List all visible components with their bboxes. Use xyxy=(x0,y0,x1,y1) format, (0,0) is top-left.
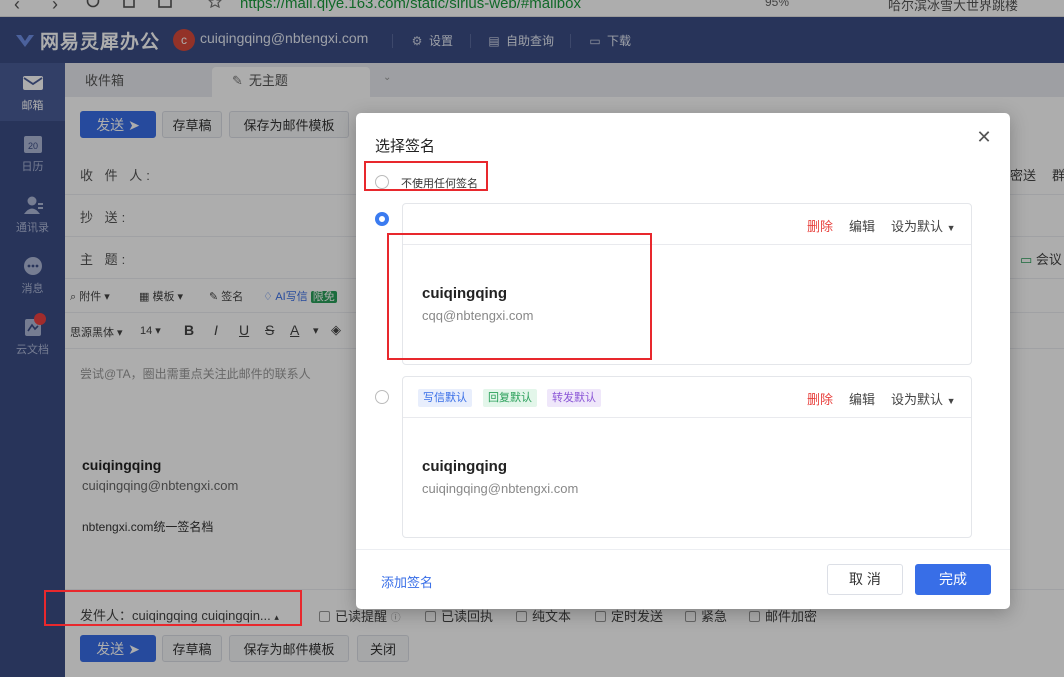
tag-compose-default: 写信默认 xyxy=(418,389,472,407)
add-signature-link[interactable]: 添加签名 xyxy=(381,572,433,591)
card-header: 删除 编辑 设为默认 ▼ xyxy=(403,204,971,245)
signature-card-2[interactable]: 写信默认 回复默认 转发默认 删除 编辑 设为默认 ▼ cuiqingqing … xyxy=(402,376,972,538)
set-default-dropdown[interactable]: 设为默认 ▼ xyxy=(891,389,956,408)
card-signature-email: cuiqingqing@nbtengxi.com xyxy=(422,481,579,496)
radio-signature-1[interactable] xyxy=(375,212,389,226)
divider xyxy=(356,549,1010,550)
done-button[interactable]: 完成 xyxy=(915,564,991,595)
select-signature-dialog: 选择签名 ✕ 不使用任何签名 删除 编辑 设为默认 ▼ cuiqingqing … xyxy=(356,113,1010,609)
delete-link[interactable]: 删除 xyxy=(807,389,833,408)
signature-card-1[interactable]: 删除 编辑 设为默认 ▼ cuiqingqing cqq@nbtengxi.co… xyxy=(402,203,972,365)
radio-signature-2[interactable] xyxy=(375,390,389,404)
edit-link[interactable]: 编辑 xyxy=(849,389,875,408)
card-header: 写信默认 回复默认 转发默认 删除 编辑 设为默认 ▼ xyxy=(403,377,971,418)
no-signature-label[interactable]: 不使用任何签名 xyxy=(401,175,478,191)
radio-no-signature[interactable] xyxy=(375,175,389,189)
set-default-label: 设为默认 xyxy=(891,392,944,407)
card-signature-email: cqq@nbtengxi.com xyxy=(422,308,534,323)
dialog-title: 选择签名 xyxy=(375,138,436,155)
edit-link[interactable]: 编辑 xyxy=(849,216,875,235)
card-signature-name: cuiqingqing xyxy=(422,458,507,475)
card-signature-name: cuiqingqing xyxy=(422,285,507,302)
cancel-button[interactable]: 取 消 xyxy=(827,564,903,595)
tag-forward-default: 转发默认 xyxy=(547,389,601,407)
set-default-dropdown[interactable]: 设为默认 ▼ xyxy=(891,216,956,235)
set-default-label: 设为默认 xyxy=(891,219,944,234)
caret-down-icon: ▼ xyxy=(946,396,956,406)
close-icon[interactable]: ✕ xyxy=(974,127,994,147)
tag-reply-default: 回复默认 xyxy=(483,389,537,407)
caret-down-icon: ▼ xyxy=(946,223,956,233)
delete-link[interactable]: 删除 xyxy=(807,216,833,235)
